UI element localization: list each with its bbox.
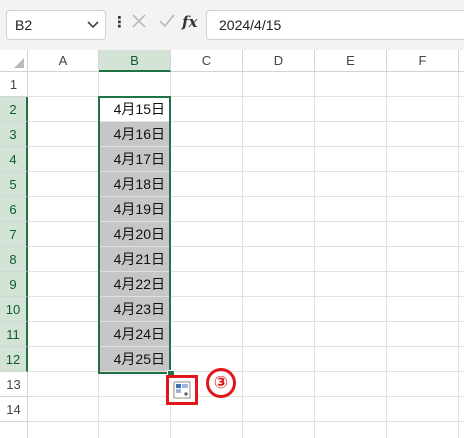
- cell-b3[interactable]: 4月16日: [99, 122, 170, 146]
- row-header-1[interactable]: 1: [0, 72, 28, 97]
- cell-b10[interactable]: 4月23日: [99, 297, 170, 321]
- column-header-f[interactable]: F: [387, 50, 459, 72]
- cell-b6[interactable]: 4月19日: [99, 197, 170, 221]
- cell-b11[interactable]: 4月24日: [99, 322, 170, 346]
- column-header-g[interactable]: [459, 50, 464, 72]
- cell-b9[interactable]: 4月22日: [99, 272, 170, 296]
- row-header-14[interactable]: 14: [0, 397, 28, 422]
- row-header-2[interactable]: 2: [0, 97, 28, 122]
- cancel-x-icon[interactable]: [131, 13, 147, 29]
- cell-b12[interactable]: 4月25日: [99, 347, 170, 371]
- row-header-7[interactable]: 7: [0, 222, 28, 247]
- formula-input[interactable]: 2024/4/15: [206, 10, 464, 40]
- chevron-down-icon[interactable]: [87, 21, 99, 29]
- check-icon[interactable]: [158, 13, 176, 29]
- cell-area[interactable]: [28, 72, 464, 438]
- row-header-4[interactable]: 4: [0, 147, 28, 172]
- column-header-a[interactable]: A: [28, 50, 99, 72]
- name-box[interactable]: B2: [6, 10, 106, 40]
- column-header-d[interactable]: D: [243, 50, 315, 72]
- formula-value[interactable]: 2024/4/15: [219, 17, 281, 33]
- cell-b8[interactable]: 4月21日: [99, 247, 170, 271]
- auto-fill-options-button[interactable]: [166, 375, 198, 405]
- row-header-6[interactable]: 6: [0, 197, 28, 222]
- auto-fill-options-icon: [173, 381, 191, 399]
- cell-b7[interactable]: 4月20日: [99, 222, 170, 246]
- name-box-value[interactable]: B2: [15, 17, 32, 33]
- row-header-11[interactable]: 11: [0, 322, 28, 347]
- more-options-icon[interactable]: ⋮: [112, 13, 127, 31]
- column-header-b[interactable]: B: [99, 50, 171, 72]
- row-header-5[interactable]: 5: [0, 172, 28, 197]
- row-header-12[interactable]: 12: [0, 347, 28, 372]
- row-header-13[interactable]: 13: [0, 372, 28, 397]
- step-marker: ③: [206, 368, 236, 398]
- cell-b4[interactable]: 4月17日: [99, 147, 170, 171]
- formula-bar: B2 ⋮ fx 2024/4/15: [0, 0, 464, 50]
- insert-function-button[interactable]: fx: [182, 13, 197, 31]
- cell-b5[interactable]: 4月18日: [99, 172, 170, 196]
- select-all-corner[interactable]: [0, 50, 28, 72]
- row-header-8[interactable]: 8: [0, 247, 28, 272]
- column-header-e[interactable]: E: [315, 50, 387, 72]
- cell-b2[interactable]: 4月15日: [99, 97, 170, 121]
- row-header-15[interactable]: [0, 422, 28, 438]
- row-header-10[interactable]: 10: [0, 297, 28, 322]
- column-header-c[interactable]: C: [171, 50, 243, 72]
- row-header-3[interactable]: 3: [0, 122, 28, 147]
- row-header-9[interactable]: 9: [0, 272, 28, 297]
